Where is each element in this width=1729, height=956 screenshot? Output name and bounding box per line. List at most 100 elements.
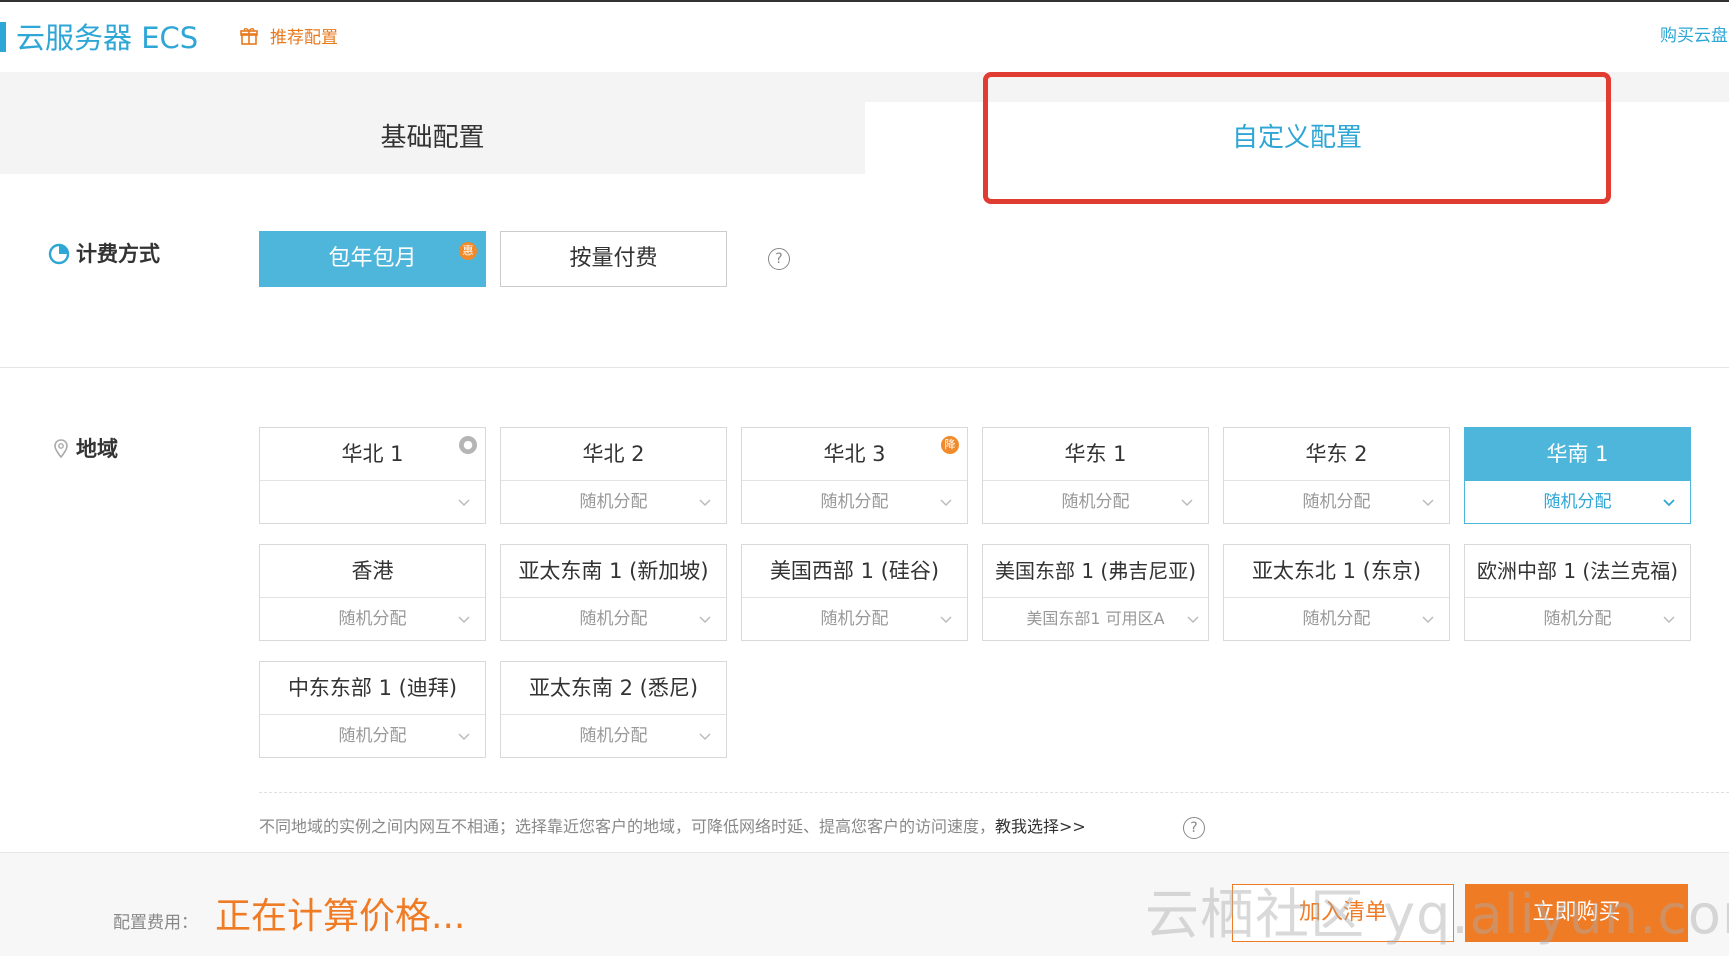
zone-value: 美国东部1 可用区A [1026,609,1165,628]
chevron-down-icon [940,499,952,507]
recommend-config-link[interactable]: 推荐配置 [270,24,338,52]
zone-select[interactable]: 美国东部1 可用区A [983,598,1208,640]
chevron-down-icon [1663,499,1675,507]
zone-select[interactable]: 随机分配 [501,715,726,757]
chevron-down-icon [458,499,470,507]
chevron-down-icon [1187,616,1199,624]
region-card-us-east[interactable]: 美国东部 1 (弗吉尼亚) 美国东部1 可用区A [982,544,1209,641]
new-badge-icon: ● [459,436,477,454]
region-card-dubai[interactable]: 中东东部 1 (迪拜) 随机分配 [259,661,486,758]
region-name: 香港 [260,545,485,598]
region-section-label: 地域 [76,437,118,461]
buy-disk-link[interactable]: 购买云盘 [1660,22,1728,50]
zone-select[interactable]: 随机分配 [260,598,485,640]
region-card-hongkong[interactable]: 香港 随机分配 [259,544,486,641]
billing-option-monthly[interactable]: 包年包月 [259,231,486,287]
zone-select[interactable]: 随机分配 [1224,598,1449,640]
zone-value: 随机分配 [1543,609,1612,629]
region-card-huabei2[interactable]: 华北 2 随机分配 [500,427,727,524]
region-card-us-west[interactable]: 美国西部 1 (硅谷) 随机分配 [741,544,968,641]
region-name: 华北 1 [260,428,485,481]
region-name: 华南 1 [1465,428,1690,481]
zone-select[interactable]: 随机分配 [742,598,967,640]
region-card-frankfurt[interactable]: 欧洲中部 1 (法兰克福) 随机分配 [1464,544,1691,641]
tab-custom-config[interactable]: 自定义配置 [865,102,1729,174]
help-icon[interactable]: ? [1183,817,1205,839]
zone-value: 随机分配 [338,609,407,629]
zone-value: 随机分配 [1543,492,1612,512]
region-name: 华东 1 [983,428,1208,481]
region-name: 华东 2 [1224,428,1449,481]
hint-divider [259,792,1729,793]
billing-icon [48,243,70,265]
region-card-sydney[interactable]: 亚太东南 2 (悉尼) 随机分配 [500,661,727,758]
zone-value: 随机分配 [579,492,648,512]
region-hint-body: 不同地域的实例之间内网互不相通；选择靠近您客户的地域，可降低网络时延、提高您客户… [259,817,996,836]
region-name: 美国西部 1 (硅谷) [742,545,967,598]
buy-now-button[interactable]: 立即购买 [1465,884,1688,942]
chevron-down-icon [1181,499,1193,507]
location-pin-icon [54,439,68,459]
region-name: 亚太东北 1 (东京) [1224,545,1449,598]
chevron-down-icon [699,616,711,624]
region-name: 亚太东南 1 (新加坡) [501,545,726,598]
title-accent-bar [0,22,6,52]
region-name: 华北 2 [501,428,726,481]
add-to-list-button[interactable]: 加入清单 [1232,884,1454,942]
top-bar [0,0,1729,74]
zone-select[interactable]: 随机分配 [260,715,485,757]
billing-option-label: 包年包月 [328,246,417,271]
region-card-huabei3[interactable]: 华北 3 降 随机分配 [741,427,968,524]
help-icon[interactable]: ? [768,248,790,270]
billing-option-payg[interactable]: 按量付费 [500,231,727,287]
chevron-down-icon [458,733,470,741]
chevron-down-icon [458,616,470,624]
zone-select[interactable]: 随机分配 [742,481,967,523]
region-card-huadong1[interactable]: 华东 1 随机分配 [982,427,1209,524]
gift-icon [240,28,258,45]
zone-select[interactable]: 随机分配 [983,481,1208,523]
price-drop-badge: 降 [941,436,959,454]
tab-strip [0,72,1729,102]
zone-select[interactable] [260,481,485,523]
zone-select[interactable]: 随机分配 [501,598,726,640]
discount-badge: 惠 [459,242,477,260]
zone-select[interactable]: 随机分配 [1465,481,1690,523]
region-name: 华北 3 [742,428,967,481]
zone-value: 随机分配 [820,492,889,512]
region-name: 亚太东南 2 (悉尼) [501,662,726,715]
zone-value: 随机分配 [1302,492,1371,512]
region-hint-text: 不同地域的实例之间内网互不相通；选择靠近您客户的地域，可降低网络时延、提高您客户… [259,814,1086,840]
region-card-tokyo[interactable]: 亚太东北 1 (东京) 随机分配 [1223,544,1450,641]
zone-value: 随机分配 [338,726,407,746]
section-divider [0,367,1729,368]
zone-select[interactable]: 随机分配 [1224,481,1449,523]
zone-value: 随机分配 [1302,609,1371,629]
zone-value: 随机分配 [579,726,648,746]
billing-section-label: 计费方式 [76,242,160,266]
zone-select[interactable]: 随机分配 [501,481,726,523]
chevron-down-icon [1422,499,1434,507]
zone-select[interactable]: 随机分配 [1465,598,1690,640]
region-name: 欧洲中部 1 (法兰克福) [1465,545,1690,598]
zone-value: 随机分配 [1061,492,1130,512]
product-title: 云服务器 ECS [16,21,199,55]
fee-label: 配置费用： [113,913,198,933]
chevron-down-icon [1663,616,1675,624]
region-card-singapore[interactable]: 亚太东南 1 (新加坡) 随机分配 [500,544,727,641]
tab-basic-config[interactable]: 基础配置 [0,102,865,174]
region-card-huadong2[interactable]: 华东 2 随机分配 [1223,427,1450,524]
fee-value: 正在计算价格... [215,896,466,937]
zone-value: 随机分配 [579,609,648,629]
region-name: 美国东部 1 (弗吉尼亚) [983,545,1208,598]
billing-option-label: 按量付费 [569,246,658,271]
chevron-down-icon [699,733,711,741]
chevron-down-icon [1422,616,1434,624]
region-card-huanan1[interactable]: 华南 1 随机分配 [1464,427,1691,524]
chevron-down-icon [940,616,952,624]
region-name: 中东东部 1 (迪拜) [260,662,485,715]
zone-value: 随机分配 [820,609,889,629]
teach-me-link[interactable]: 教我选择>> [995,817,1086,836]
chevron-down-icon [699,499,711,507]
region-card-huabei1[interactable]: 华北 1 ● [259,427,486,524]
